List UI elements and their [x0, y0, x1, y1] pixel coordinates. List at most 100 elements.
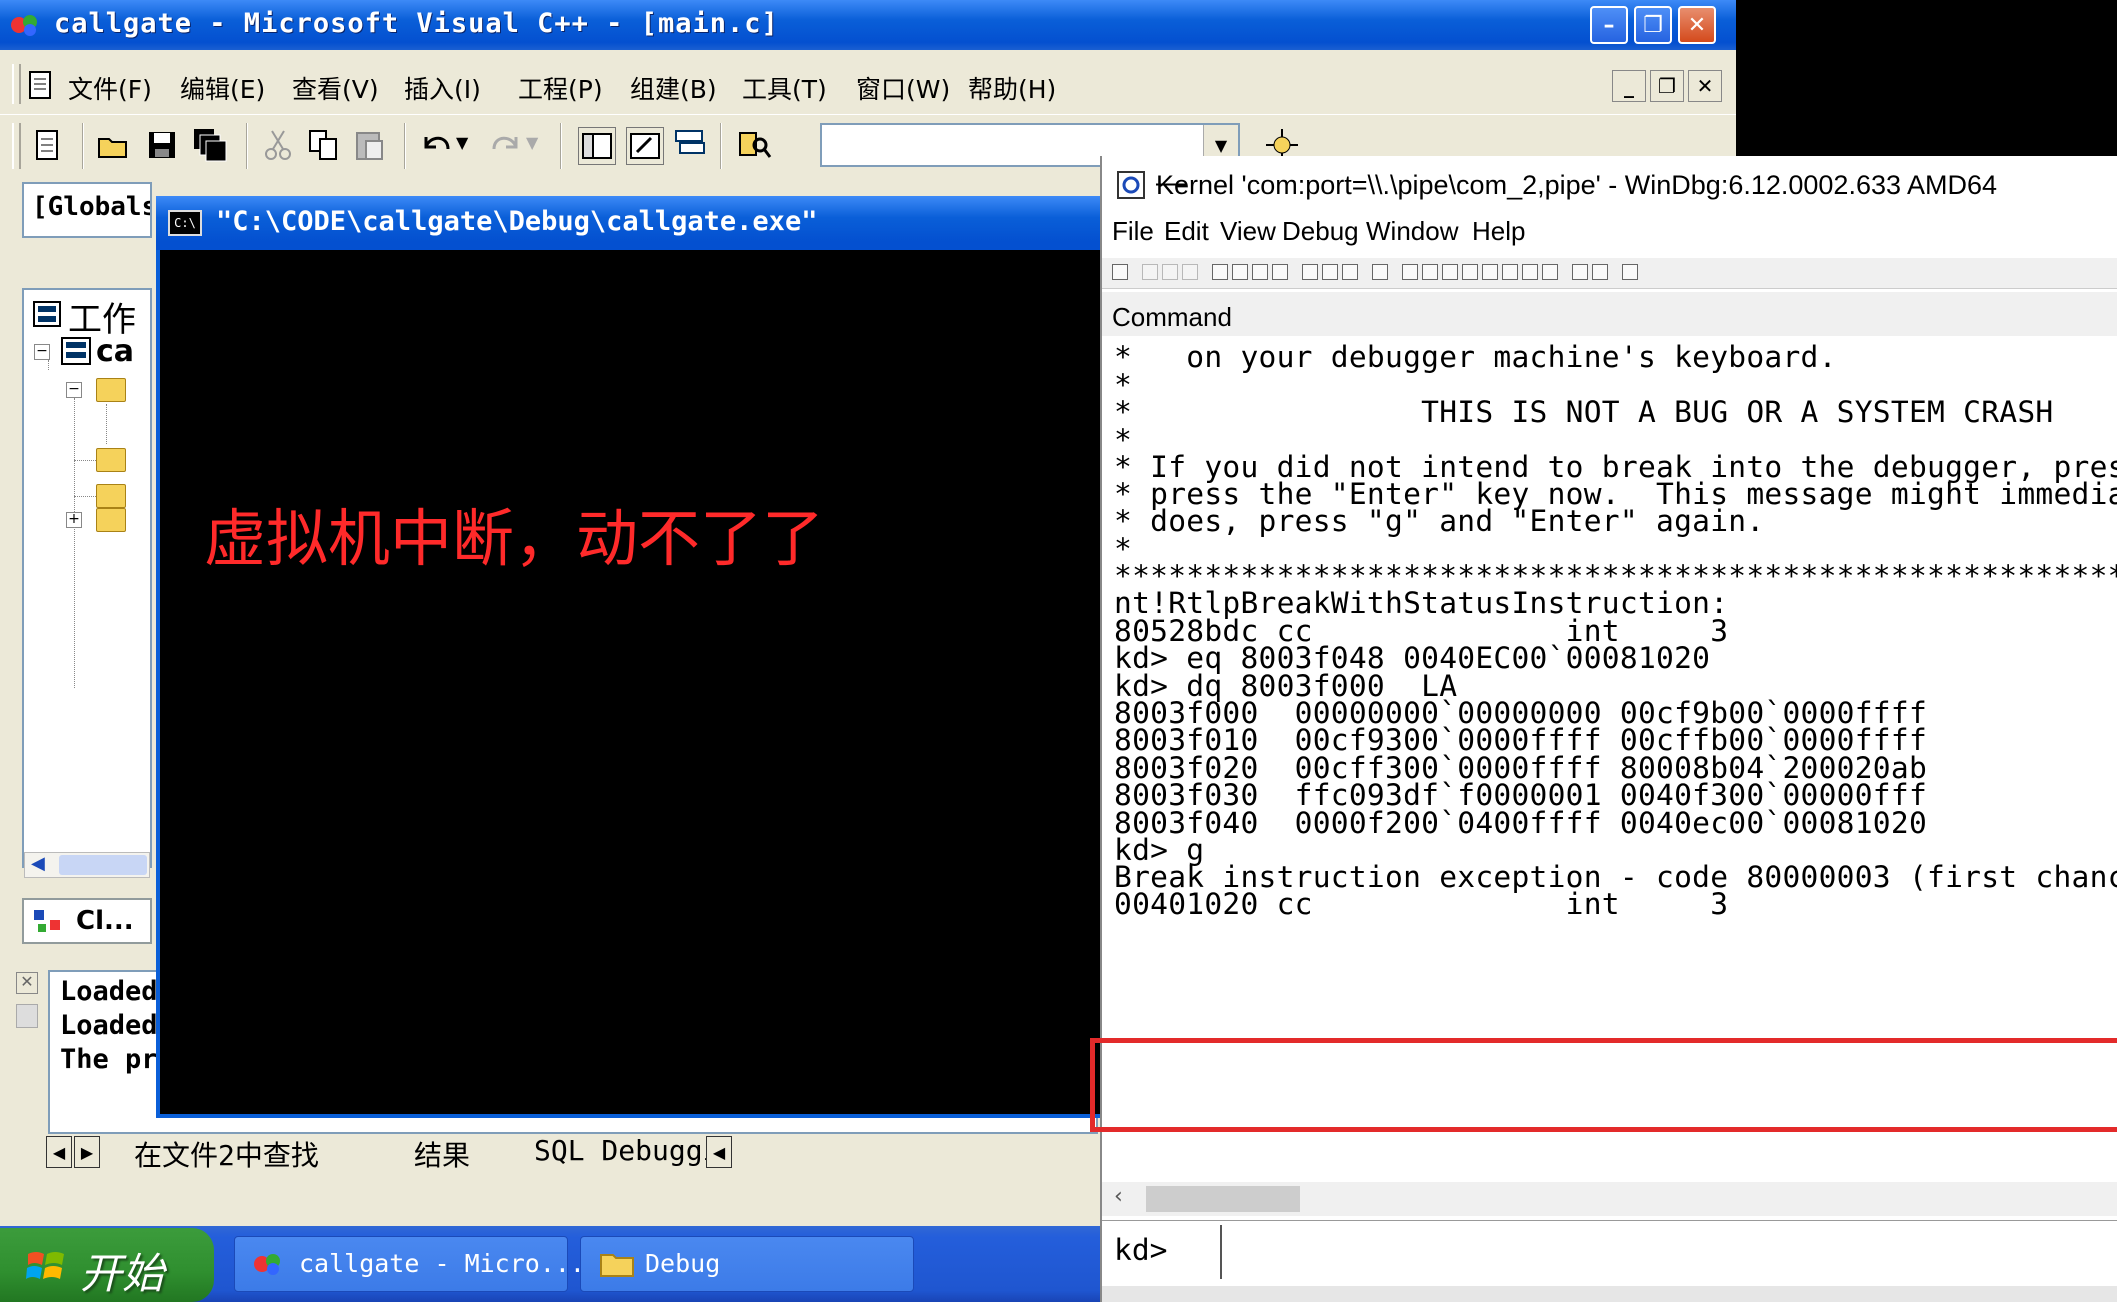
memory-window-icon[interactable] — [1482, 264, 1498, 280]
scratch-pad-icon[interactable] — [1542, 264, 1558, 280]
tab-find-in-files-2[interactable]: 在文件2中查找 — [134, 1134, 319, 1174]
go-icon[interactable] — [1212, 264, 1228, 280]
paste-icon[interactable] — [352, 127, 388, 163]
menu-edit[interactable]: 编辑(E) — [180, 70, 265, 106]
menu-window[interactable]: Window — [1366, 216, 1458, 247]
menu-view[interactable]: 查看(V) — [292, 70, 379, 106]
locals-window-icon[interactable] — [1442, 264, 1458, 280]
tab-scroll-first-icon[interactable]: ◀ — [46, 1136, 72, 1168]
windbg-title-bar[interactable]: Kernel 'com:port=\\.\pipe\com_2,pipe' - … — [1102, 156, 2117, 212]
mdi-restore-button[interactable]: ❐ — [1650, 70, 1684, 102]
menubar-grip[interactable] — [12, 64, 21, 104]
menu-file[interactable]: 文件(F) — [68, 70, 152, 106]
output-line: * does, press "g" and "Enter" again. — [1114, 504, 1765, 538]
close-button[interactable]: ✕ — [1678, 6, 1716, 44]
taskbar-item-debug[interactable]: Debug — [580, 1236, 914, 1292]
start-label: 开始 — [80, 1249, 165, 1298]
step-into-icon[interactable] — [1302, 264, 1318, 280]
save-all-icon[interactable] — [192, 127, 228, 163]
watch-window-icon[interactable] — [1422, 264, 1438, 280]
console-window[interactable] — [156, 196, 1156, 1118]
workspace-scrollbar[interactable]: ◀ — [24, 852, 150, 878]
copy-icon[interactable] — [1162, 264, 1178, 280]
stop-debugging-icon[interactable] — [1252, 264, 1268, 280]
menu-window[interactable]: 窗口(W) — [856, 70, 950, 106]
breakpoint-icon[interactable] — [1372, 264, 1388, 280]
minimize-button[interactable]: – — [1590, 6, 1628, 44]
command-hscrollbar[interactable]: ‹ — [1102, 1182, 2117, 1216]
console-title-bar[interactable]: C:\ "C:\CODE\callgate\Debug\callgate.exe… — [156, 196, 1156, 250]
workspace-window-icon[interactable] — [578, 127, 616, 165]
menu-file[interactable]: File — [1112, 216, 1154, 247]
menu-project[interactable]: 工程(P) — [518, 70, 603, 106]
disassembly-window-icon[interactable] — [1522, 264, 1538, 280]
menu-help[interactable]: 帮助(H) — [968, 70, 1056, 106]
menu-debug[interactable]: Debug — [1282, 216, 1359, 247]
scroll-left-icon[interactable]: ‹ — [1114, 1184, 1123, 1209]
restore-button[interactable]: ❐ — [1634, 6, 1672, 44]
close-icon[interactable]: ✕ — [16, 972, 38, 994]
menu-insert[interactable]: 插入(I) — [404, 70, 481, 106]
find-in-files-icon[interactable] — [736, 127, 772, 163]
mdi-close-button[interactable]: ✕ — [1688, 70, 1722, 102]
restart-icon[interactable] — [1232, 264, 1248, 280]
undo-icon[interactable] — [418, 127, 454, 163]
scroll-thumb[interactable] — [1146, 1186, 1300, 1212]
step-over-icon[interactable] — [1322, 264, 1338, 280]
command-window-icon[interactable] — [1402, 264, 1418, 280]
source-mode-icon[interactable] — [1572, 264, 1588, 280]
redo-dropdown-icon[interactable]: ▼ — [526, 133, 538, 152]
tab-scroll-next-icon[interactable]: ▶ — [74, 1136, 100, 1168]
minimize-button[interactable]: — — [1156, 166, 2117, 200]
class-combo[interactable]: [Globals — [22, 182, 152, 238]
expand-icon[interactable]: + — [66, 512, 82, 528]
visual-cpp-logo-icon — [11, 15, 37, 36]
taskbar-item-label: Debug — [645, 1249, 721, 1278]
menu-edit[interactable]: Edit — [1164, 216, 1209, 247]
options-icon[interactable] — [1622, 264, 1638, 280]
command-input[interactable] — [1220, 1225, 2117, 1279]
project-name[interactable]: ca — [96, 334, 134, 369]
mdi-minimize-button[interactable]: _ — [1612, 70, 1646, 102]
output-window-icon[interactable] — [626, 127, 664, 165]
classview-tab[interactable]: Cl... — [22, 898, 152, 944]
windbg-icon — [1117, 171, 1145, 199]
pin-icon[interactable] — [16, 1004, 38, 1028]
folder-icon[interactable] — [96, 378, 126, 402]
menu-view[interactable]: View — [1220, 216, 1276, 247]
tab-results[interactable]: 结果 — [414, 1134, 470, 1174]
break-icon[interactable] — [1272, 264, 1288, 280]
paste-icon[interactable] — [1182, 264, 1198, 280]
new-text-file-icon[interactable] — [30, 127, 66, 163]
menu-help[interactable]: Help — [1472, 216, 1525, 247]
folder-icon[interactable] — [96, 448, 126, 472]
workspace-tree[interactable]: 工作 − ca − + — [22, 288, 152, 868]
folder-icon[interactable] — [96, 484, 126, 508]
cut-icon[interactable] — [260, 127, 296, 163]
step-out-icon[interactable] — [1342, 264, 1358, 280]
tab-sql-debugging[interactable]: SQL Debuggi — [534, 1134, 730, 1167]
window-list-icon[interactable] — [672, 127, 708, 163]
open-folder-icon[interactable] — [96, 127, 132, 163]
copy-icon[interactable] — [306, 127, 342, 163]
vc-title-bar[interactable]: callgate - Microsoft Visual C++ - [main.… — [0, 0, 1736, 50]
redo-icon[interactable] — [488, 127, 524, 163]
open-icon[interactable] — [1112, 264, 1128, 280]
collapse-icon[interactable]: − — [66, 382, 82, 398]
collapse-icon[interactable]: − — [34, 344, 50, 360]
save-icon[interactable] — [144, 127, 180, 163]
cut-icon[interactable] — [1142, 264, 1158, 280]
menu-tools[interactable]: 工具(T) — [742, 70, 827, 106]
scroll-left-icon[interactable]: ◀ — [31, 853, 45, 874]
taskbar-item-callgate[interactable]: callgate - Micro... — [234, 1236, 585, 1292]
font-icon[interactable] — [1592, 264, 1608, 280]
call-stack-window-icon[interactable] — [1502, 264, 1518, 280]
registers-window-icon[interactable] — [1462, 264, 1478, 280]
undo-dropdown-icon[interactable]: ▼ — [456, 133, 468, 152]
folder-icon[interactable] — [96, 508, 126, 532]
scroll-thumb[interactable] — [59, 855, 147, 875]
menu-build[interactable]: 组建(B) — [630, 70, 717, 106]
toolbar-grip[interactable] — [12, 123, 21, 169]
tab-scroll-left-icon[interactable]: ◀ — [706, 1136, 732, 1168]
start-button[interactable]: 开始 — [0, 1228, 214, 1302]
